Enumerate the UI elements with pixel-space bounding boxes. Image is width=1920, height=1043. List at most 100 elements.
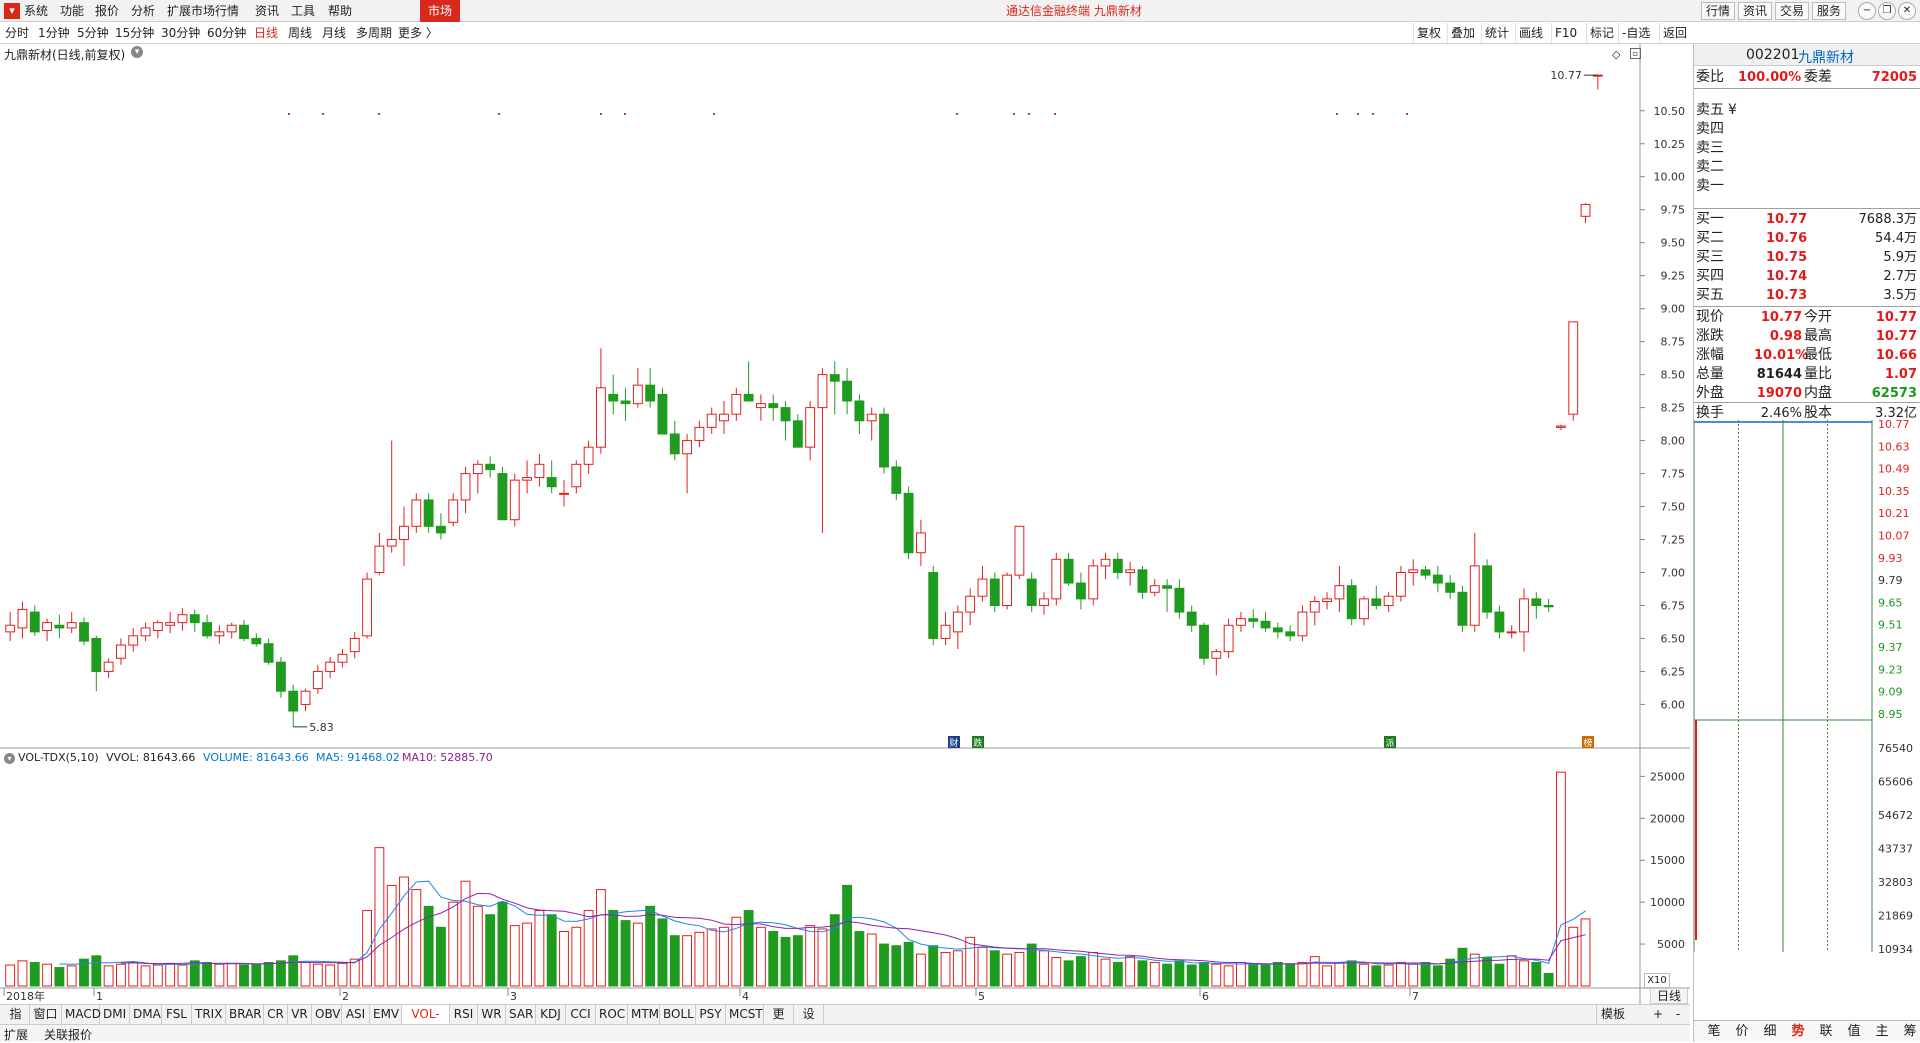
function-tab-4[interactable]: 联	[1812, 1021, 1840, 1043]
indicator-tab-13[interactable]: VOL-TDX	[402, 1005, 450, 1040]
indicator-tab-8[interactable]: CR	[264, 1005, 288, 1025]
indicator-tab-9[interactable]: VR	[288, 1005, 312, 1025]
chart-tool-3[interactable]: 画线	[1515, 23, 1546, 43]
period-tab-6[interactable]: 日线	[254, 22, 278, 44]
indicator-tab-23[interactable]: MCST	[726, 1005, 764, 1025]
volume-options-icon[interactable]: ▾	[4, 753, 15, 764]
indicator-tab-24[interactable]: 更多	[764, 1005, 794, 1040]
close-icon[interactable]: ✕	[1898, 2, 1916, 20]
volume-bar	[559, 931, 569, 987]
indicator-tab-7[interactable]: BRAR	[226, 1005, 264, 1025]
period-tab-4[interactable]: 30分钟	[161, 22, 200, 44]
low-marker: 5.83	[309, 721, 334, 734]
price-tick-label: 9.25	[1661, 270, 1686, 283]
period-tab-1[interactable]: 1分钟	[38, 22, 70, 44]
chart-area[interactable]: 10.50 10.25 10.00 9.75 9.50 9.25 9.00 8.75 8.50 8…	[0, 44, 1690, 1004]
top-button-1[interactable]: 资讯	[1738, 2, 1772, 20]
volume-bar	[1568, 926, 1579, 987]
menu-item-5[interactable]: 资讯	[255, 0, 279, 22]
signal-dot	[956, 113, 958, 115]
period-tab-2[interactable]: 5分钟	[77, 22, 109, 44]
related-quote-button[interactable]: 关联报价	[44, 1026, 92, 1043]
period-tab-9[interactable]: 多周期	[356, 22, 392, 44]
indicator-tab-2[interactable]: MACD	[62, 1005, 101, 1025]
indicator-tab-15[interactable]: WR	[478, 1005, 506, 1025]
indicator-tab-0[interactable]: 指标	[2, 1005, 30, 1040]
function-tab-7[interactable]: 筹	[1896, 1021, 1920, 1043]
function-tab-6[interactable]: 主	[1868, 1021, 1896, 1043]
minimize-icon[interactable]: −	[1858, 2, 1876, 20]
template-button[interactable]: 模板	[1596, 1005, 1629, 1025]
indicator-tab-25[interactable]: 设置	[794, 1005, 824, 1040]
indicator-tab-22[interactable]: PSY	[696, 1005, 726, 1025]
kline-chart[interactable]: 10.50 10.25 10.00 9.75 9.50 9.25 9.00 8.75 8.50 8…	[0, 44, 1690, 1004]
period-tab-10[interactable]: 更多 〉	[398, 22, 438, 44]
indicator-tab-17[interactable]: KDJ	[536, 1005, 566, 1025]
diamond-icon[interactable]: ◇	[1612, 48, 1620, 61]
event-marker[interactable]: 派	[1384, 736, 1396, 749]
expand-button[interactable]: 扩展	[4, 1026, 28, 1043]
restore-icon[interactable]: ❐	[1878, 2, 1896, 20]
function-tab-2[interactable]: 细	[1756, 1021, 1784, 1043]
menu-item-4[interactable]: 扩展市场行情	[167, 0, 239, 22]
indicator-tab-20[interactable]: MTM	[628, 1005, 660, 1025]
expand-icon[interactable]: ▫	[1630, 48, 1641, 59]
candle	[497, 466, 508, 521]
period-tab-8[interactable]: 月线	[322, 22, 346, 44]
chart-tool-7[interactable]: 返回	[1659, 23, 1690, 43]
zoom-in-button[interactable]: +	[1650, 1005, 1666, 1025]
period-tab-3[interactable]: 15分钟	[115, 22, 154, 44]
indicator-tab-10[interactable]: OBV	[312, 1005, 342, 1025]
function-tab-3[interactable]: 势	[1784, 1021, 1812, 1043]
mini-price-tick: 9.79	[1878, 574, 1903, 587]
chart-tool-1[interactable]: 叠加	[1447, 23, 1478, 43]
mini-intraday-chart[interactable]: 10.77 10.63 10.49 10.35 10.21 10.07 9.93 9.79 9.…	[1694, 420, 1920, 978]
menu-item-2[interactable]: 报价	[95, 0, 119, 22]
event-marker[interactable]: 榜	[1582, 736, 1594, 749]
function-tab-1[interactable]: 价	[1728, 1021, 1756, 1043]
function-tab-5[interactable]: 值	[1840, 1021, 1868, 1043]
indicator-tab-4[interactable]: DMA	[130, 1005, 162, 1025]
function-tab-0[interactable]: 笔	[1700, 1021, 1728, 1043]
app-logo-icon[interactable]: ▾	[4, 3, 20, 19]
chart-tool-5[interactable]: 标记	[1586, 23, 1617, 43]
volume-bar	[1002, 953, 1013, 987]
indicator-tab-18[interactable]: CCI	[566, 1005, 596, 1025]
chart-tool-4[interactable]: F10	[1551, 23, 1580, 43]
menu-item-0[interactable]: 系统	[24, 0, 48, 22]
indicator-tab-16[interactable]: SAR	[506, 1005, 536, 1025]
period-tab-5[interactable]: 60分钟	[207, 22, 246, 44]
indicator-tab-3[interactable]: DMI	[100, 1005, 130, 1025]
menu-item-7[interactable]: 帮助	[328, 0, 352, 22]
event-marker[interactable]: 财	[948, 736, 960, 749]
period-tab-7[interactable]: 周线	[288, 22, 312, 44]
indicator-tab-1[interactable]: 窗口	[30, 1005, 62, 1025]
zoom-out-button[interactable]: -	[1670, 1005, 1686, 1025]
chart-tool-6[interactable]: -自选	[1618, 23, 1653, 43]
volume-bar	[1408, 963, 1419, 987]
event-marker[interactable]: 跌	[972, 736, 984, 749]
market-button[interactable]: 市场	[420, 0, 461, 22]
indicator-tab-14[interactable]: RSI	[450, 1005, 478, 1025]
chart-options-icon[interactable]: ▾	[131, 46, 143, 58]
top-button-3[interactable]: 服务	[1812, 2, 1846, 20]
volume-bar	[177, 964, 188, 987]
indicator-tab-19[interactable]: ROC	[596, 1005, 628, 1025]
chart-tool-0[interactable]: 复权	[1413, 23, 1444, 43]
top-button-2[interactable]: 交易	[1775, 2, 1809, 20]
indicator-tab-5[interactable]: FSL	[162, 1005, 192, 1025]
indicator-tab-6[interactable]: TRIX	[192, 1005, 226, 1025]
menu-item-1[interactable]: 功能	[60, 0, 84, 22]
menu-item-3[interactable]: 分析	[131, 0, 155, 22]
chart-tool-2[interactable]: 统计	[1481, 23, 1512, 43]
volume-bar	[202, 962, 213, 987]
indicator-tab-11[interactable]: ASI	[342, 1005, 370, 1025]
top-button-0[interactable]: 行情	[1701, 2, 1735, 20]
period-tab-0[interactable]: 分时	[5, 22, 29, 44]
menu-item-6[interactable]: 工具	[291, 0, 315, 22]
indicator-tab-12[interactable]: EMV	[370, 1005, 402, 1025]
vol-tick-label: 15000	[1650, 854, 1685, 867]
stock-name: 九鼎新材	[1798, 50, 1854, 66]
indicator-tab-21[interactable]: BOLL	[660, 1005, 696, 1025]
period-indicator-button[interactable]: 日线	[1650, 988, 1688, 1004]
